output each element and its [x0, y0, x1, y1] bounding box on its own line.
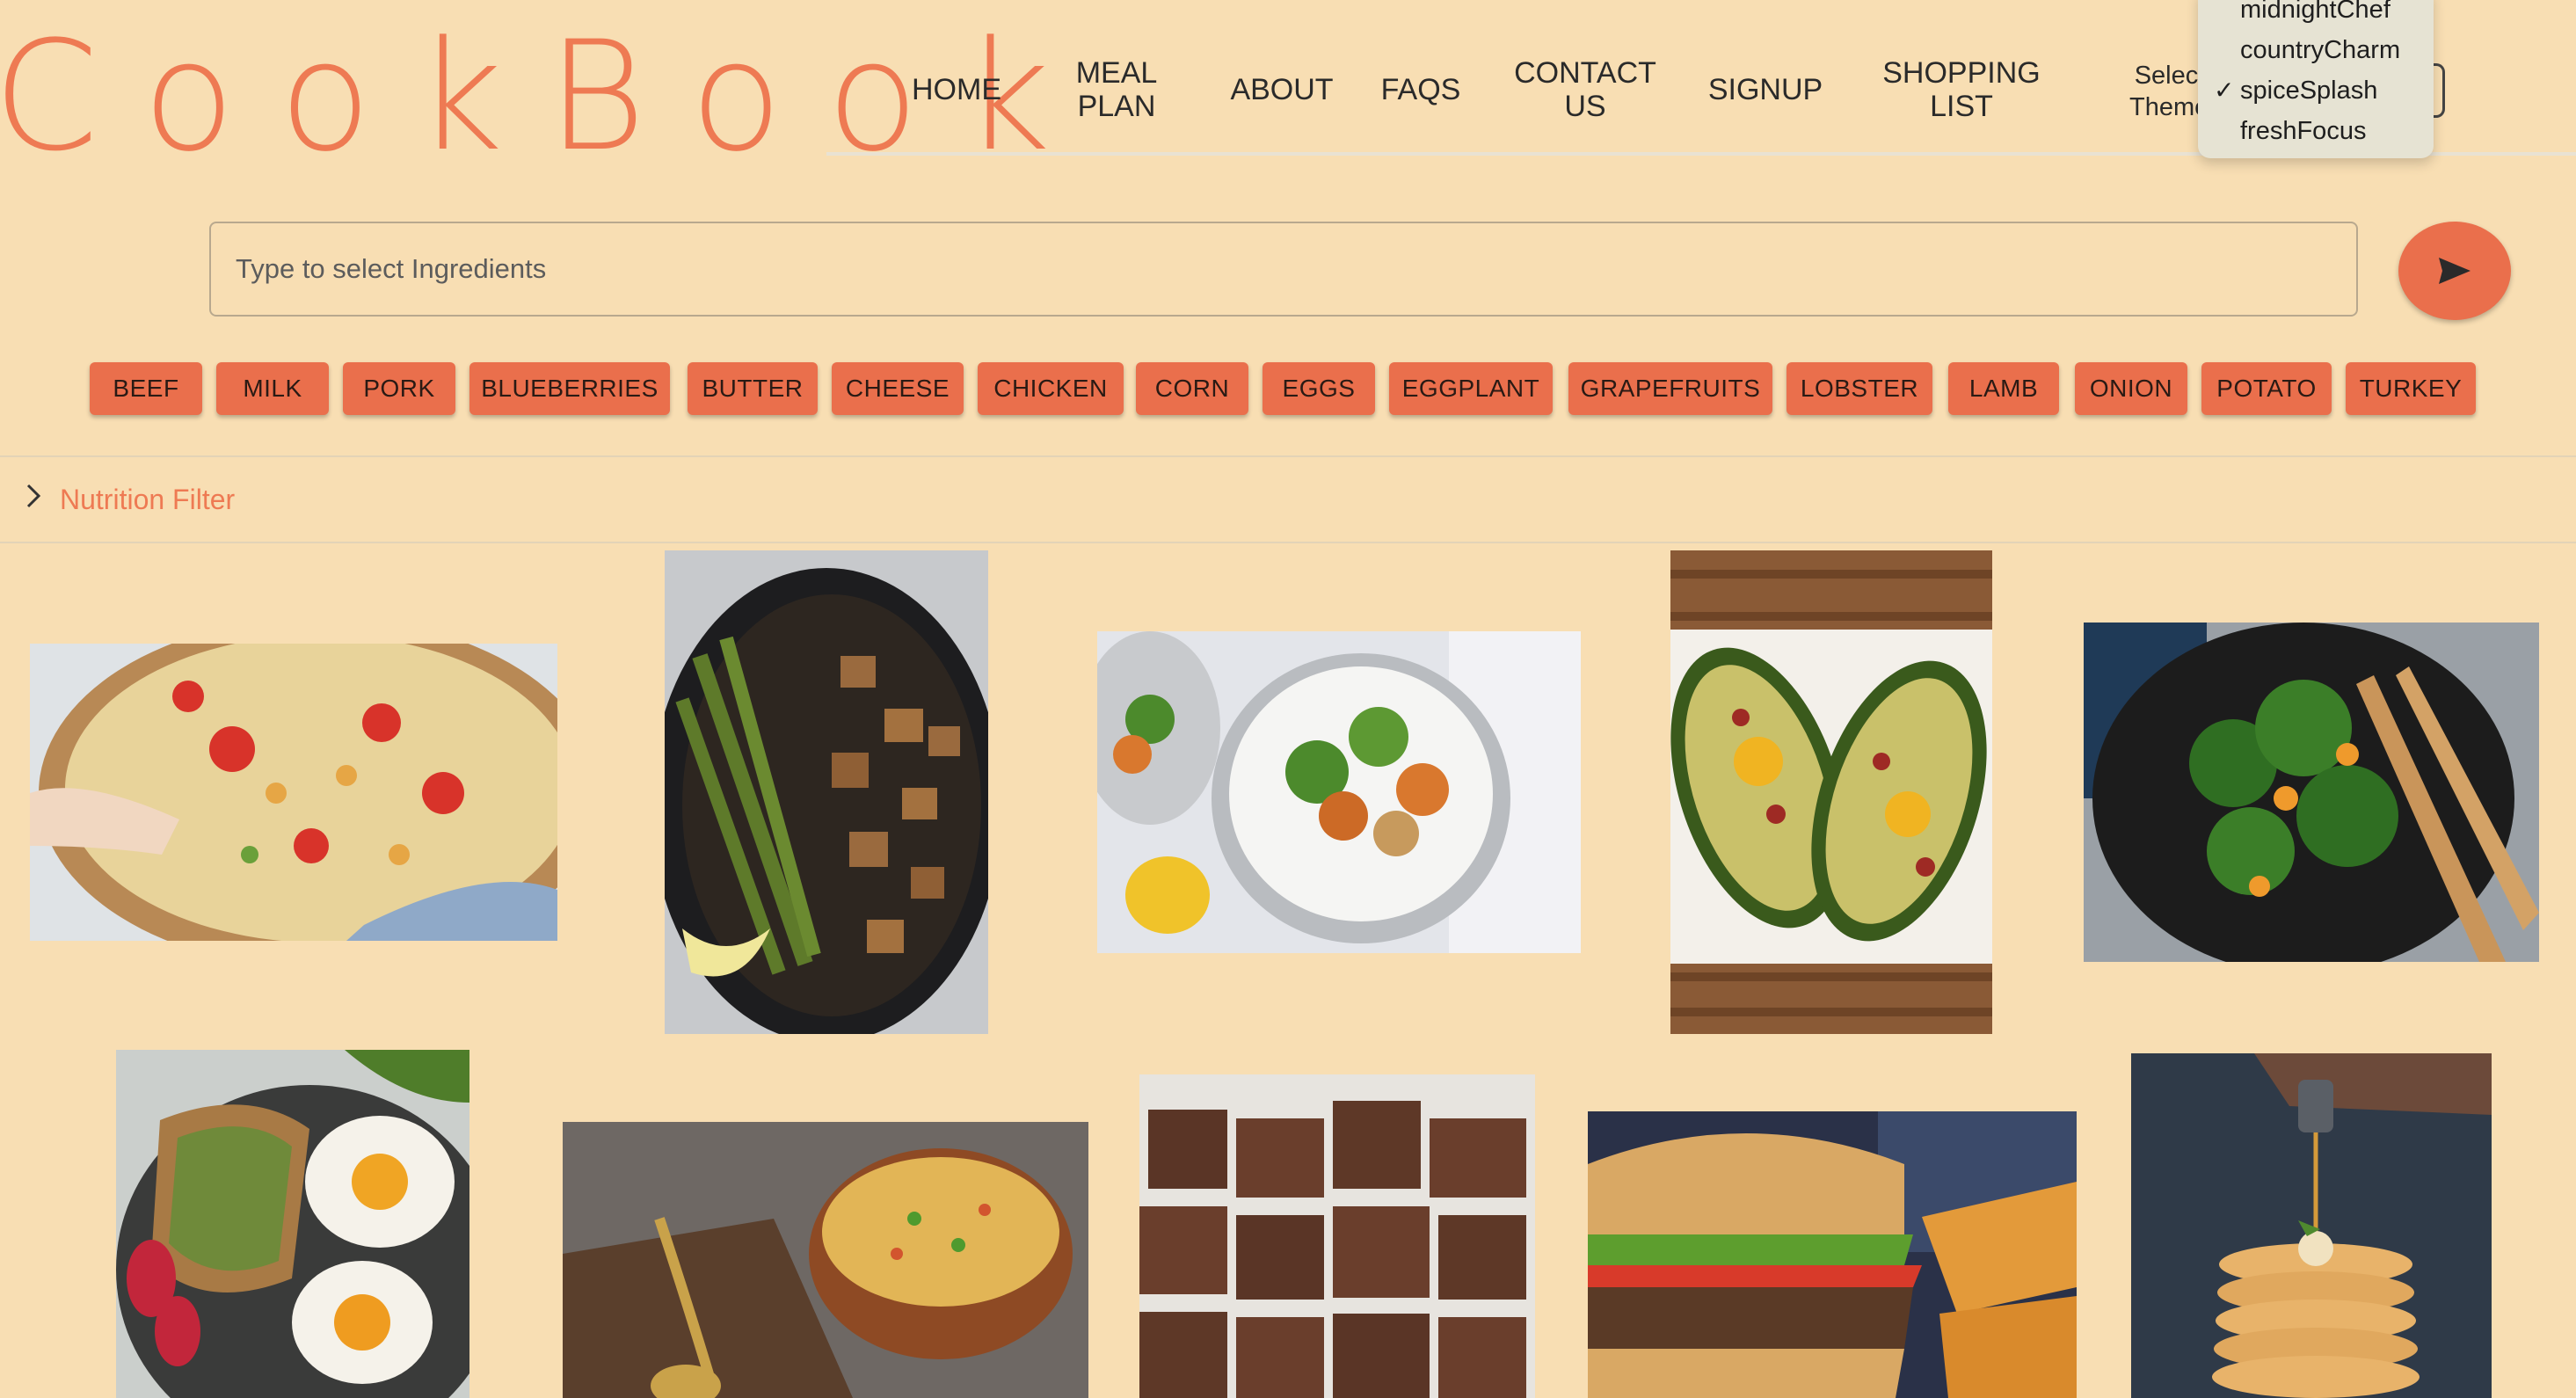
recipe-card-chicken-rice-bowl[interactable] [1097, 631, 1581, 953]
ingredient-chip-grapefruits[interactable]: GRAPEFRUITS [1568, 362, 1772, 415]
recipe-card-vegetable-rice-pot[interactable] [563, 1122, 1088, 1398]
nav-signup[interactable]: SIGNUP [1708, 53, 1823, 127]
recipe-card-brownies[interactable] [1139, 1074, 1535, 1398]
ingredient-chip-eggs[interactable]: EGGS [1263, 362, 1375, 415]
ingredient-chip-onion[interactable]: ONION [2075, 362, 2187, 415]
theme-option-freshfocus[interactable]: freshFocus [2198, 111, 2434, 151]
ingredient-chip-pork[interactable]: PORK [343, 362, 455, 415]
check-icon: ✓ [2214, 76, 2235, 104]
recipe-card-pancake-stack[interactable] [2131, 1053, 2492, 1398]
recipe-card-avocado-toast-eggs[interactable] [116, 1050, 469, 1398]
nav-meal-plan[interactable]: MEAL PLAN [1076, 53, 1158, 127]
ingredient-chip-milk[interactable]: MILK [216, 362, 329, 415]
recipe-image [116, 1050, 469, 1398]
send-button[interactable] [2398, 222, 2511, 320]
recipe-image [1588, 1111, 2077, 1398]
recipe-image [2084, 623, 2539, 962]
nav-contact-us[interactable]: CONTACT US [1514, 53, 1656, 127]
ingredient-chip-butter[interactable]: BUTTER [688, 362, 818, 415]
recipe-card-spinach-orange-salad[interactable] [2084, 623, 2539, 962]
recipe-image [2131, 1053, 2492, 1398]
recipe-image [30, 644, 557, 941]
recipe-card-chickpea-salad[interactable] [30, 644, 557, 941]
ingredient-chip-beef[interactable]: BEEF [90, 362, 202, 415]
nav-faqs[interactable]: FAQS [1381, 53, 1461, 127]
nav-home[interactable]: HOME [912, 53, 1001, 127]
ingredient-search-input[interactable] [209, 222, 2358, 317]
ingredient-chip-turkey[interactable]: TURKEY [2346, 362, 2476, 415]
ingredient-chip-chicken[interactable]: CHICKEN [978, 362, 1124, 415]
send-icon [2439, 258, 2470, 284]
ingredient-chip-eggplant[interactable]: EGGPLANT [1389, 362, 1553, 415]
ingredient-chip-lamb[interactable]: LAMB [1948, 362, 2059, 415]
recipe-image [1139, 1074, 1535, 1398]
theme-option-midnightchef[interactable]: midnightChef [2198, 0, 2434, 30]
ingredient-chip-potato[interactable]: POTATO [2201, 362, 2332, 415]
recipe-image [665, 550, 988, 1034]
chevron-right-icon [26, 484, 41, 508]
nutrition-filter-toggle[interactable]: Nutrition Filter [0, 455, 2576, 543]
ingredient-chip-blueberries[interactable]: BLUEBERRIES [469, 362, 670, 415]
nav-shopping-list[interactable]: SHOPPING LIST [1882, 53, 2040, 127]
theme-dropdown-menu: midnightChef countryCharm ✓ spiceSplash f… [2198, 0, 2434, 158]
recipe-image [563, 1122, 1088, 1398]
theme-option-countrycharm[interactable]: countryCharm [2198, 30, 2434, 70]
recipe-card-burger-and-chips[interactable] [1588, 1111, 2077, 1398]
recipe-image [1670, 550, 1992, 1034]
ingredient-chip-cheese[interactable]: CHEESE [832, 362, 964, 415]
nav-about[interactable]: ABOUT [1230, 53, 1333, 127]
ingredient-chip-corn[interactable]: CORN [1136, 362, 1248, 415]
recipe-card-bacon-egg-avocado[interactable] [1670, 550, 1992, 1034]
nutrition-filter-label: Nutrition Filter [60, 484, 236, 515]
theme-option-spicesplash[interactable]: ✓ spiceSplash [2198, 70, 2434, 111]
recipe-card-chicken-asparagus-skillet[interactable] [665, 550, 988, 1034]
recipe-image [1097, 631, 1581, 953]
ingredient-chip-lobster[interactable]: LOBSTER [1786, 362, 1932, 415]
